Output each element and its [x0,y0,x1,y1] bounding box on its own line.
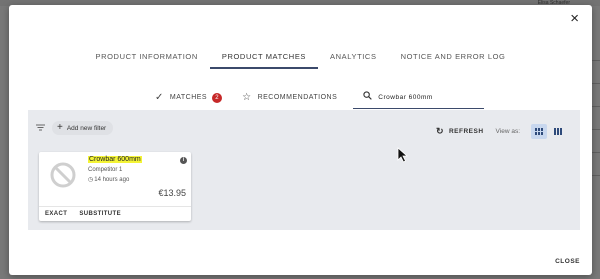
subtab-matches[interactable]: ✓ MATCHES 2 [145,92,232,109]
search-icon [363,91,373,103]
match-competitor: Competitor 1 [88,167,123,173]
recommendations-label: RECOMMENDATIONS [257,94,338,101]
refresh-label: REFRESH [448,128,484,135]
search-value: Crowbar 600mm [378,93,433,101]
substitute-button[interactable]: SUBSTITUTE [79,211,121,217]
plus-icon: + [57,122,63,133]
search-input[interactable]: Crowbar 600mm [353,91,485,109]
column-view-button[interactable] [550,124,566,139]
clock-icon: ◷ [88,177,94,183]
tab-product-information[interactable]: PRODUCT INFORMATION [84,52,210,69]
card-actions: EXACT SUBSTITUTE [39,206,191,221]
mouse-cursor-icon [397,147,409,163]
columns-icon [554,128,562,135]
subtab-recommendations[interactable]: ☆ RECOMMENDATIONS [232,92,347,109]
add-filter-button[interactable]: + Add new filter [52,121,114,135]
filter-icon[interactable] [36,123,45,133]
view-as-label: View as: [495,128,520,135]
grid-icon [535,128,543,135]
matches-content: + Add new filter ↻ REFRESH View as: Crow… [28,110,580,230]
tab-product-matches[interactable]: PRODUCT MATCHES [209,52,319,69]
match-card[interactable]: Crowbar 600mm Competitor 1 ◷ 14 hours ag… [39,152,191,221]
sub-tabs: ✓ MATCHES 2 ☆ RECOMMENDATIONS Crowbar 60… [145,91,485,109]
tab-notice-and-error-log[interactable]: NOTICE AND ERROR LOG [389,52,518,69]
star-outline-icon: ☆ [242,92,252,103]
match-price: €13.95 [158,188,186,198]
no-image-icon [48,160,78,190]
refresh-button[interactable]: ↻ REFRESH [436,126,484,137]
check-icon: ✓ [155,92,164,103]
add-filter-label: Add new filter [66,124,107,132]
match-time: ◷ 14 hours ago [88,176,130,184]
tab-analytics[interactable]: ANALYTICS [318,52,389,69]
matches-count-badge: 2 [212,92,223,103]
exact-button[interactable]: EXACT [45,211,67,217]
info-icon[interactable]: i [180,157,187,164]
close-button[interactable]: CLOSE [555,258,580,265]
view-tools: ↻ REFRESH View as: [436,124,566,139]
grid-view-button[interactable] [531,124,547,139]
refresh-icon: ↻ [435,126,444,136]
match-title[interactable]: Crowbar 600mm [88,156,142,163]
filter-row: + Add new filter [36,121,114,135]
match-time-text: 14 hours ago [94,176,130,183]
main-tabs: PRODUCT INFORMATION PRODUCT MATCHES ANAL… [9,52,592,69]
product-modal: × PRODUCT INFORMATION PRODUCT MATCHES AN… [9,5,592,275]
close-icon[interactable]: × [570,10,579,28]
matches-label: MATCHES [169,94,208,101]
